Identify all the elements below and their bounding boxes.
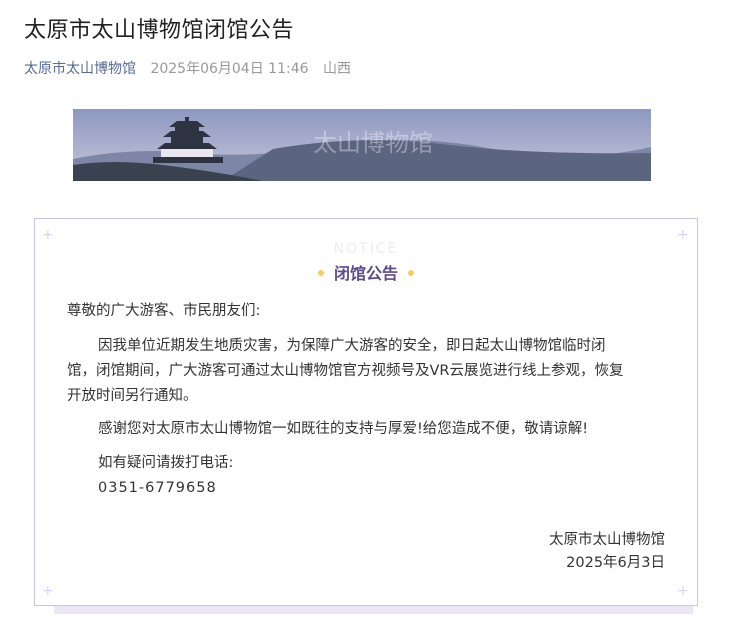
signature: 太原市太山博物馆	[549, 532, 665, 548]
notice-heading: 闭馆公告	[0, 260, 732, 284]
article-meta: 太原市太山博物馆 2025年06月04日 11:46 山西	[24, 58, 351, 78]
banner-illustration: 太山博物馆	[73, 109, 651, 181]
corner-plus-icon: +	[677, 583, 689, 599]
phone-number[interactable]: 0351-6779658	[98, 475, 217, 501]
body-line: 馆，闭馆期间，广大游客可通过太山博物馆官方视频号及VR云展览进行线上参观，恢复	[67, 363, 624, 379]
publish-date: 2025年06月04日 11:46	[150, 61, 309, 77]
greeting: 尊敬的广大游客、市民朋友们:	[67, 303, 261, 319]
dot-icon	[317, 270, 324, 276]
corner-plus-icon: +	[677, 227, 689, 243]
body-line: 因我单位近期发生地质灾害，为保障广大游客的安全，即日起太山博物馆临时闭	[98, 338, 606, 354]
thanks-text: 感谢您对太原市太山博物馆一如既往的支持与厚爱!给您造成不便，敬请谅解!	[98, 421, 589, 437]
banner-watermark: 太山博物馆	[313, 129, 433, 157]
corner-plus-icon: +	[42, 227, 54, 243]
dot-icon	[408, 270, 414, 276]
body-line: 开放时间另行通知。	[67, 388, 198, 404]
author-link[interactable]: 太原市太山博物馆	[24, 61, 136, 77]
article-title: 太原市太山博物馆闭馆公告	[24, 18, 295, 43]
contact-label: 如有疑问请拨打电话:	[98, 455, 234, 471]
banner-image: 太山博物馆	[73, 109, 651, 181]
sign-date: 2025年6月3日	[566, 555, 665, 571]
publish-location: 山西	[322, 61, 351, 77]
ghost-watermark: NOTICE	[333, 241, 399, 257]
corner-plus-icon: +	[42, 583, 54, 599]
